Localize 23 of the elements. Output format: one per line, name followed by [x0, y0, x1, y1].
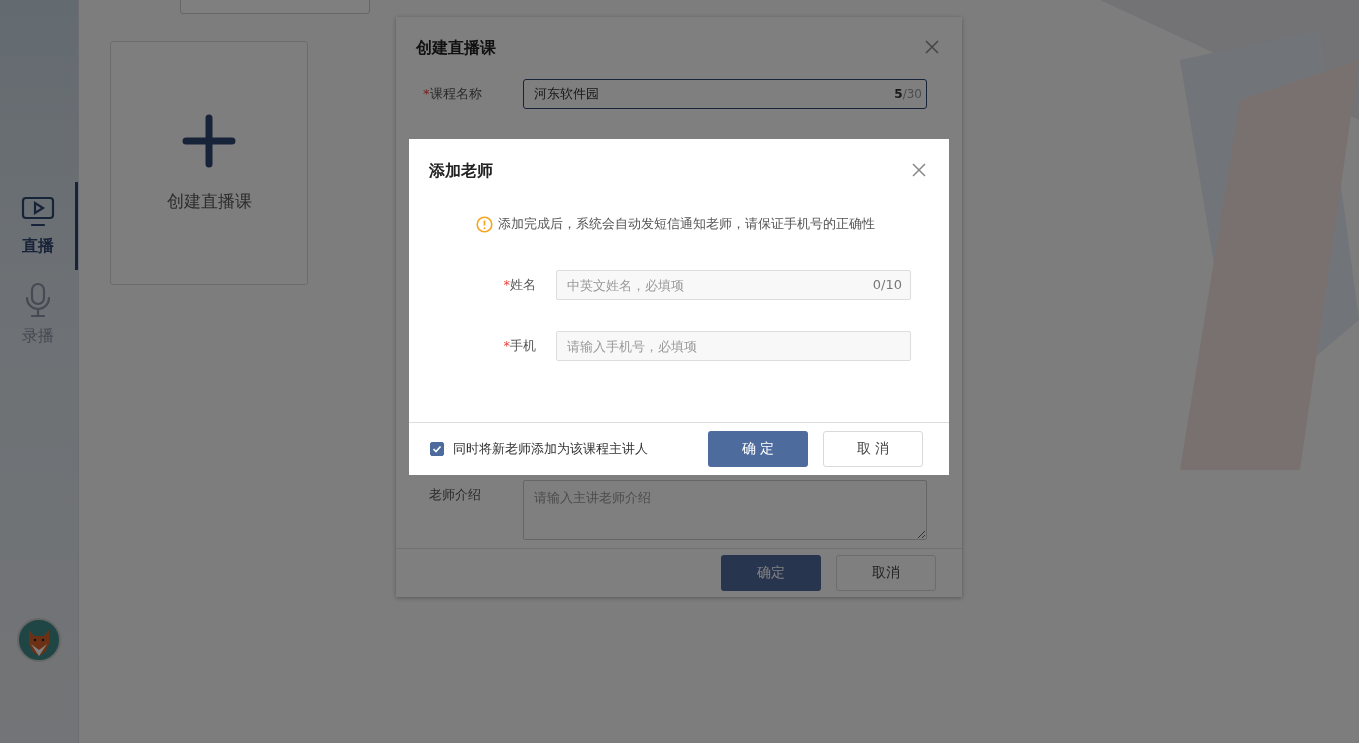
- microphone-icon: [23, 281, 52, 318]
- dialog-title: 添加老师: [429, 160, 493, 182]
- field-label: *姓名: [502, 276, 536, 294]
- text-input[interactable]: 请输入手机号，必填项: [556, 331, 911, 361]
- play-screen-icon: [20, 195, 55, 228]
- cancel-button[interactable]: 取 消: [823, 431, 923, 467]
- character-counter: 0/10: [872, 277, 902, 292]
- checkmark-icon: [432, 444, 442, 454]
- plus-icon: [182, 113, 236, 168]
- fox-avatar-icon[interactable]: [17, 618, 61, 662]
- cancel-button[interactable]: 取消: [836, 555, 936, 591]
- checkbox-label: 同时将新老师添加为该课程主讲人: [453, 440, 648, 458]
- notice-text: 添加完成后，系统会自动发短信通知老师，请保证手机号的正确性: [498, 215, 875, 233]
- field-label: 老师介绍: [429, 486, 482, 504]
- confirm-button[interactable]: 确 定: [708, 431, 808, 467]
- warning-icon: [476, 215, 493, 233]
- create-live-course-card[interactable]: 创建直播课: [110, 41, 308, 285]
- dialog-title: 创建直播课: [416, 37, 496, 59]
- field-label: *手机: [502, 337, 536, 355]
- checkbox[interactable]: [430, 442, 444, 456]
- sidebar-item[interactable]: 直播: [0, 182, 78, 270]
- confirm-button[interactable]: 确定: [721, 555, 821, 591]
- field-label: *课程名称: [423, 85, 483, 103]
